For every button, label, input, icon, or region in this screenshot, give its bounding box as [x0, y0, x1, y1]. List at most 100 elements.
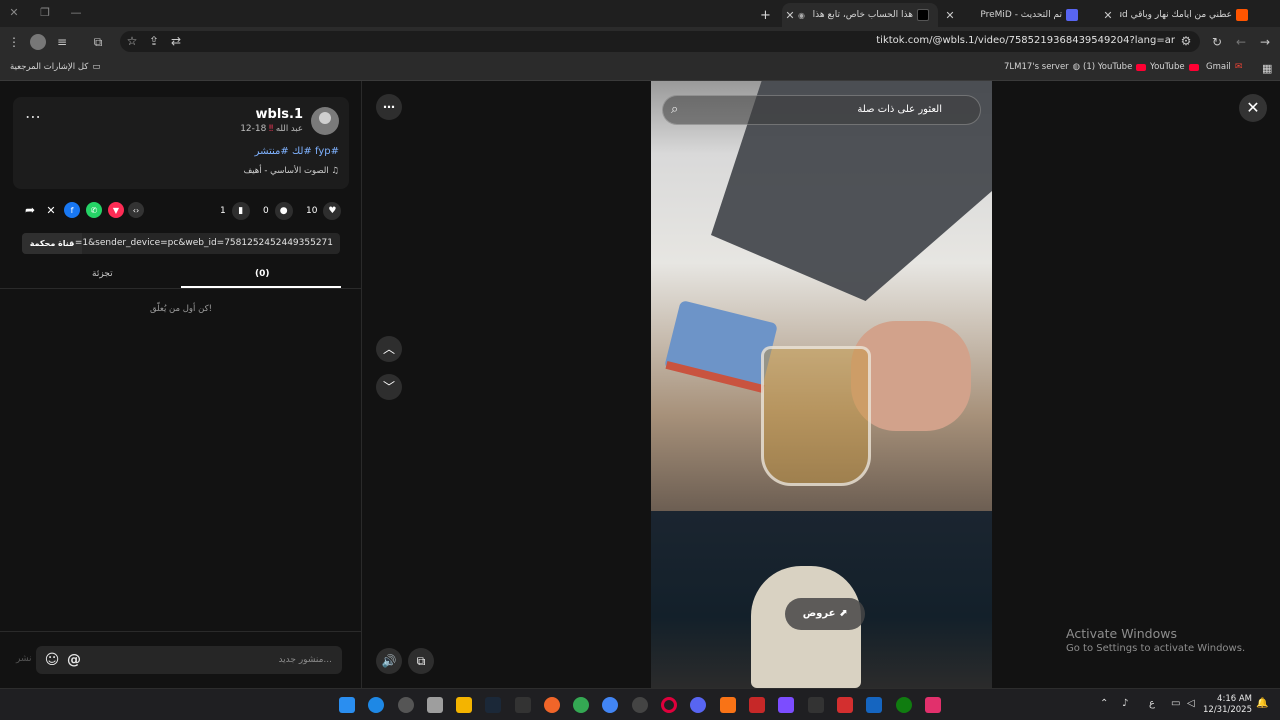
bookmark-youtube-1[interactable]: (1) YouTube: [1083, 62, 1147, 72]
video-frame-beaker: [761, 346, 871, 486]
next-video-button[interactable]: ﹀: [376, 374, 402, 400]
app-icon-circle[interactable]: [632, 697, 648, 713]
picture-in-picture-icon[interactable]: ⧉: [408, 648, 434, 674]
tab-premid[interactable]: ✕ تم التحديث - PreMiD: [942, 3, 1092, 27]
back-icon[interactable]: →: [1257, 34, 1273, 50]
apps-grid-icon[interactable]: ▦: [1262, 62, 1272, 75]
author-username[interactable]: wbls.1: [256, 107, 304, 122]
app-icon-blue[interactable]: [866, 697, 882, 713]
reload-icon[interactable]: ↻: [1209, 34, 1225, 50]
close-tab-icon[interactable]: ✕: [1100, 9, 1116, 22]
comments-panel: wbls.1 12-18 ‼ عبد الله ⋯ #fyp #لك #منتش…: [0, 81, 362, 688]
app-icon-red[interactable]: [749, 697, 765, 713]
comment-tabs: تجزئة (0): [0, 263, 362, 289]
input-language[interactable]: ع: [1149, 698, 1155, 709]
post-hashtags[interactable]: #fyp #لك #منتشر: [255, 146, 339, 157]
close-window-icon[interactable]: ✕: [6, 6, 22, 19]
app-icon-triangle[interactable]: [720, 697, 736, 713]
like-action[interactable]: 10 ♥: [306, 202, 342, 220]
tray-overflow-icon[interactable]: ⌃: [1100, 698, 1108, 709]
app-icon-bag[interactable]: [837, 697, 853, 713]
emoji-icon[interactable]: ☺: [43, 651, 61, 669]
close-video-button[interactable]: ✕: [1239, 94, 1267, 122]
previous-video-button[interactable]: ︿: [376, 336, 402, 362]
comment-count: 0: [263, 206, 269, 216]
xbox-icon[interactable]: [896, 697, 912, 713]
site-settings-icon[interactable]: ⚙: [1178, 33, 1194, 49]
steam-client-icon[interactable]: [485, 697, 501, 713]
file-explorer-icon[interactable]: [456, 697, 472, 713]
post-actions: ➦ ✕ f ✆ ▼ ‹› 1 ▮ 0 ● 10 ♥: [0, 202, 362, 222]
store-icon[interactable]: [427, 697, 443, 713]
tab-comments[interactable]: (0): [255, 269, 270, 279]
facebook-icon[interactable]: f: [64, 202, 80, 218]
video-player[interactable]: ⌕ العثور على ذات صلة عروض ⬈: [651, 81, 992, 688]
post-comment-button[interactable]: نشر: [16, 654, 32, 664]
related-search-bar[interactable]: ⌕ العثور على ذات صلة: [662, 95, 981, 125]
watermark-line2: Go to Settings to activate Windows.: [1066, 643, 1246, 654]
bookmark-server[interactable]: 7LM17's server ◍: [1004, 62, 1080, 72]
notifications-icon[interactable]: 🔔: [1256, 698, 1268, 709]
tab-other[interactable]: تجزئة: [92, 269, 113, 279]
offers-label: عروض: [802, 608, 836, 619]
microphone-icon[interactable]: ♪: [1122, 698, 1128, 709]
media-controls-icon[interactable]: ≡: [54, 34, 70, 50]
bookmark-gmail[interactable]: Gmail ✉: [1206, 62, 1242, 72]
save-count: 1: [220, 206, 226, 216]
bookmark-star-icon[interactable]: ☆: [124, 33, 140, 49]
system-clock[interactable]: 4:16 AM 12/31/2025: [1203, 694, 1252, 716]
x-icon[interactable]: ✕: [43, 202, 59, 218]
network-icon[interactable]: ▭: [1171, 698, 1180, 709]
close-tab-icon[interactable]: ✕: [942, 9, 958, 22]
share-link-text[interactable]: …=1&sender_device=pc&web_id=758125245244…: [66, 238, 333, 248]
repost-icon[interactable]: ▼: [108, 202, 124, 218]
share-arrow-icon[interactable]: ➦: [22, 202, 38, 218]
app-icon-purple[interactable]: [778, 697, 794, 713]
windows-taskbar: ⌃ ♪ ع ▭ ◁ 4:16 AM 12/31/2025 🔔: [0, 688, 1280, 720]
forward-icon[interactable]: ←: [1233, 34, 1249, 50]
edge-icon[interactable]: [368, 697, 384, 713]
share-icon[interactable]: ⇪: [146, 33, 162, 49]
whatsapp-icon[interactable]: ✆: [86, 202, 102, 218]
clock-time: 4:16 AM: [1217, 694, 1252, 704]
search-icon: ⌕: [671, 102, 679, 117]
minimize-window-icon[interactable]: —: [68, 6, 84, 19]
chrome-profile-icon[interactable]: [602, 697, 618, 713]
more-actions-button[interactable]: ⋯: [376, 94, 402, 120]
offers-button[interactable]: عروض ⬈: [785, 598, 865, 630]
bookmark-youtube-2[interactable]: YouTube: [1150, 62, 1199, 72]
menu-kebab-icon[interactable]: ⋮: [6, 34, 22, 50]
discord-icon[interactable]: [690, 697, 706, 713]
tab-tiktok[interactable]: ✕ ◉ هذا الحساب خاص، تابع هذا ال: [782, 3, 938, 27]
profile-avatar[interactable]: [30, 34, 46, 50]
new-tab-button[interactable]: +: [760, 3, 776, 27]
opera-icon[interactable]: [661, 697, 677, 713]
bookmark-all[interactable]: كل الإشارات المرجعية ▭: [10, 62, 100, 72]
chrome-icon[interactable]: [573, 697, 589, 713]
post-sound[interactable]: ♫ الصوت الأساسي - أهيف: [243, 166, 339, 176]
save-action[interactable]: 1 ▮: [220, 202, 250, 220]
author-avatar[interactable]: [311, 107, 339, 135]
close-tab-icon[interactable]: ✕: [782, 9, 798, 22]
tab-soundcloud[interactable]: ✕ عطني من أيامك نهار وباقي Cloud: [1100, 3, 1252, 27]
embed-icon[interactable]: ‹›: [128, 202, 144, 218]
start-icon[interactable]: [339, 697, 355, 713]
mention-icon[interactable]: @: [65, 651, 83, 669]
comment-action[interactable]: 0 ●: [263, 202, 293, 220]
speaker-icon[interactable]: ◁: [1187, 698, 1195, 709]
more-options-icon[interactable]: ⋯: [25, 107, 41, 126]
steam-icon[interactable]: [398, 697, 414, 713]
comment-input[interactable]: ☺ @ منشور جديد...: [36, 646, 342, 674]
epic-games-icon[interactable]: [515, 697, 531, 713]
app-icon-orange[interactable]: [544, 697, 560, 713]
extensions-icon[interactable]: ⧉: [90, 34, 106, 50]
volume-icon[interactable]: 🔊: [376, 648, 402, 674]
gmail-icon: ✉: [1234, 62, 1243, 72]
clock-date: 12/31/2025: [1203, 705, 1252, 715]
url-text[interactable]: tiktok.com/@wbls.1/video/758521936843954…: [876, 35, 1175, 46]
instagram-icon[interactable]: [925, 697, 941, 713]
app-icon-script[interactable]: [808, 697, 824, 713]
tab-title: عطني من أيامك نهار وباقي Cloud: [1120, 10, 1232, 20]
translate-icon[interactable]: ⇄: [168, 33, 184, 49]
restore-window-icon[interactable]: ❐: [37, 6, 53, 19]
